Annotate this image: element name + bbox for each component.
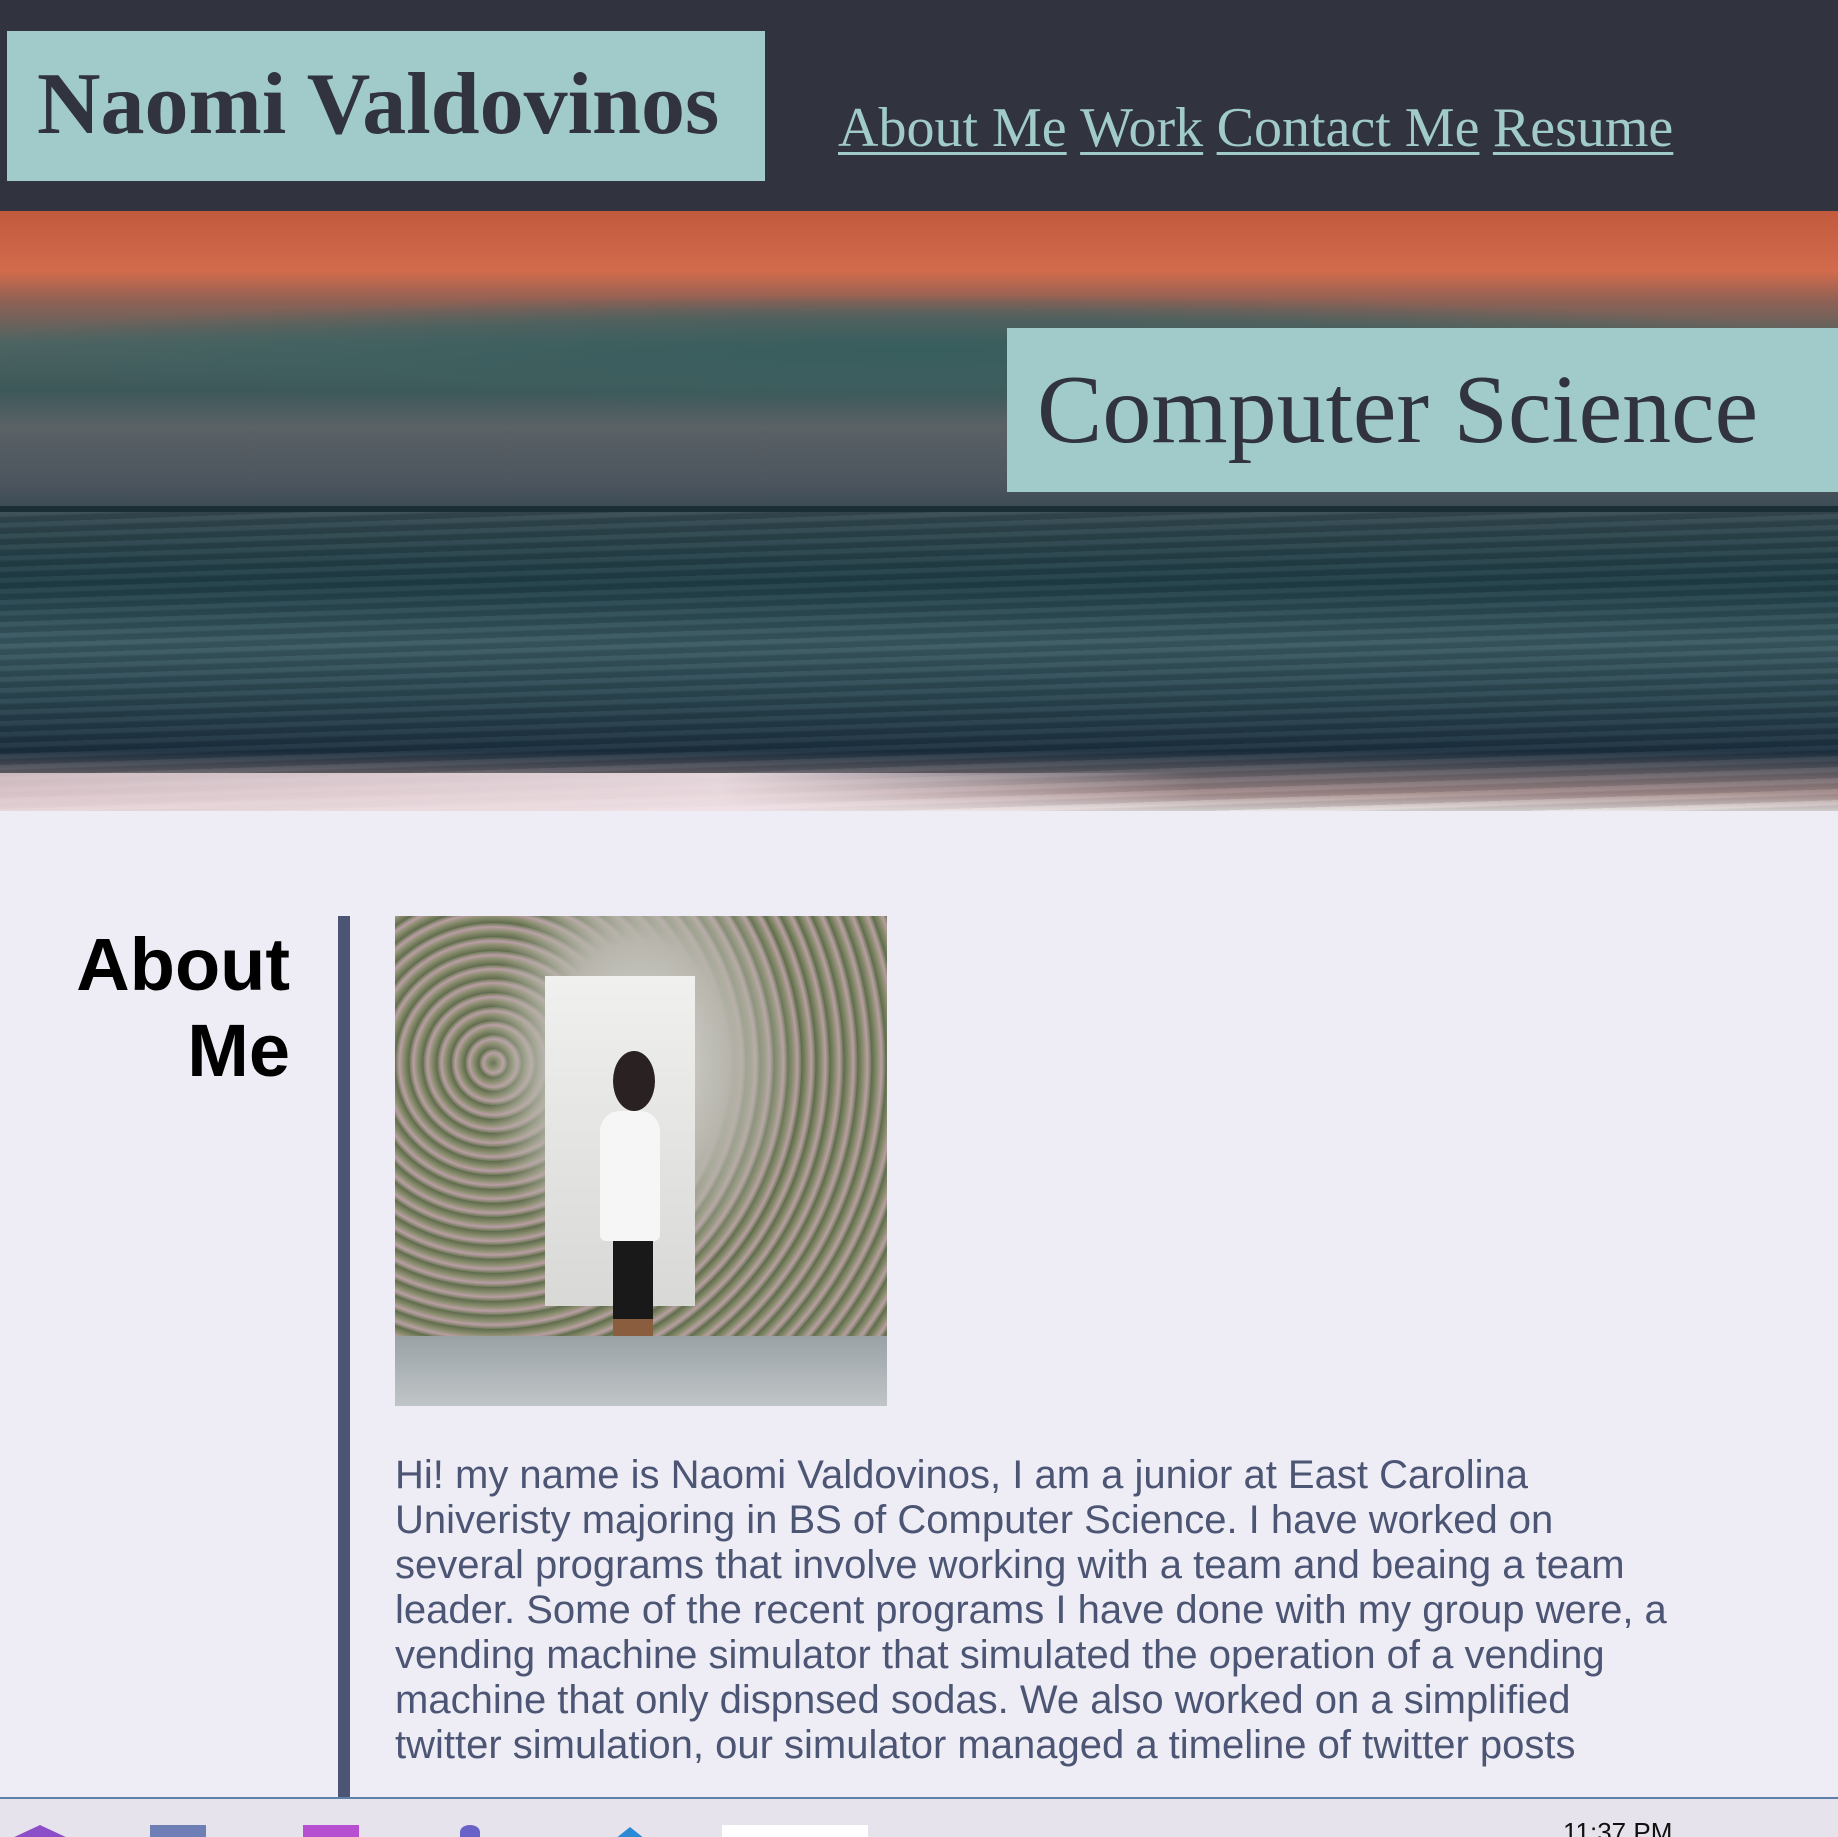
hero-banner-ocean-image	[0, 211, 1838, 811]
taskbar-active-window[interactable]	[722, 1825, 868, 1837]
app-icon-1[interactable]	[0, 1825, 70, 1837]
site-name-box: Naomi Valdovinos	[7, 31, 765, 181]
app-icon-3[interactable]	[303, 1825, 359, 1837]
about-heading-line-2: Me	[187, 1009, 290, 1092]
nav-link-about-me[interactable]: About Me	[838, 97, 1067, 159]
about-heading: About Me	[60, 922, 290, 1094]
taskbar-clock[interactable]: 11:37 PM	[1563, 1817, 1672, 1837]
section-divider	[338, 916, 350, 1800]
main-nav: About Me Work Contact Me Resume	[838, 100, 1682, 156]
hero-waves	[0, 512, 1838, 811]
hero-foam	[0, 773, 1200, 811]
nav-link-resume[interactable]: Resume	[1493, 97, 1673, 159]
profile-photo	[395, 916, 887, 1406]
app-icon-2[interactable]	[150, 1825, 206, 1837]
hero-subtitle-box: Computer Science	[1007, 328, 1838, 492]
photo-ground	[395, 1336, 887, 1406]
hero-subtitle: Computer Science	[1037, 356, 1759, 464]
nav-link-work[interactable]: Work	[1080, 97, 1203, 159]
site-header: Naomi Valdovinos About Me Work Contact M…	[0, 0, 1838, 211]
app-icon-4[interactable]	[460, 1825, 480, 1837]
about-heading-line-1: About	[76, 923, 290, 1006]
photo-person-torso	[600, 1111, 660, 1241]
nav-link-contact-me[interactable]: Contact Me	[1217, 97, 1480, 159]
about-bio-text: Hi! my name is Naomi Valdovinos, I am a …	[395, 1453, 1667, 1767]
os-taskbar: 11:37 PM	[0, 1797, 1838, 1837]
app-icon-5[interactable]	[610, 1825, 650, 1837]
site-name: Naomi Valdovinos	[37, 56, 720, 153]
photo-person-head	[613, 1051, 655, 1111]
